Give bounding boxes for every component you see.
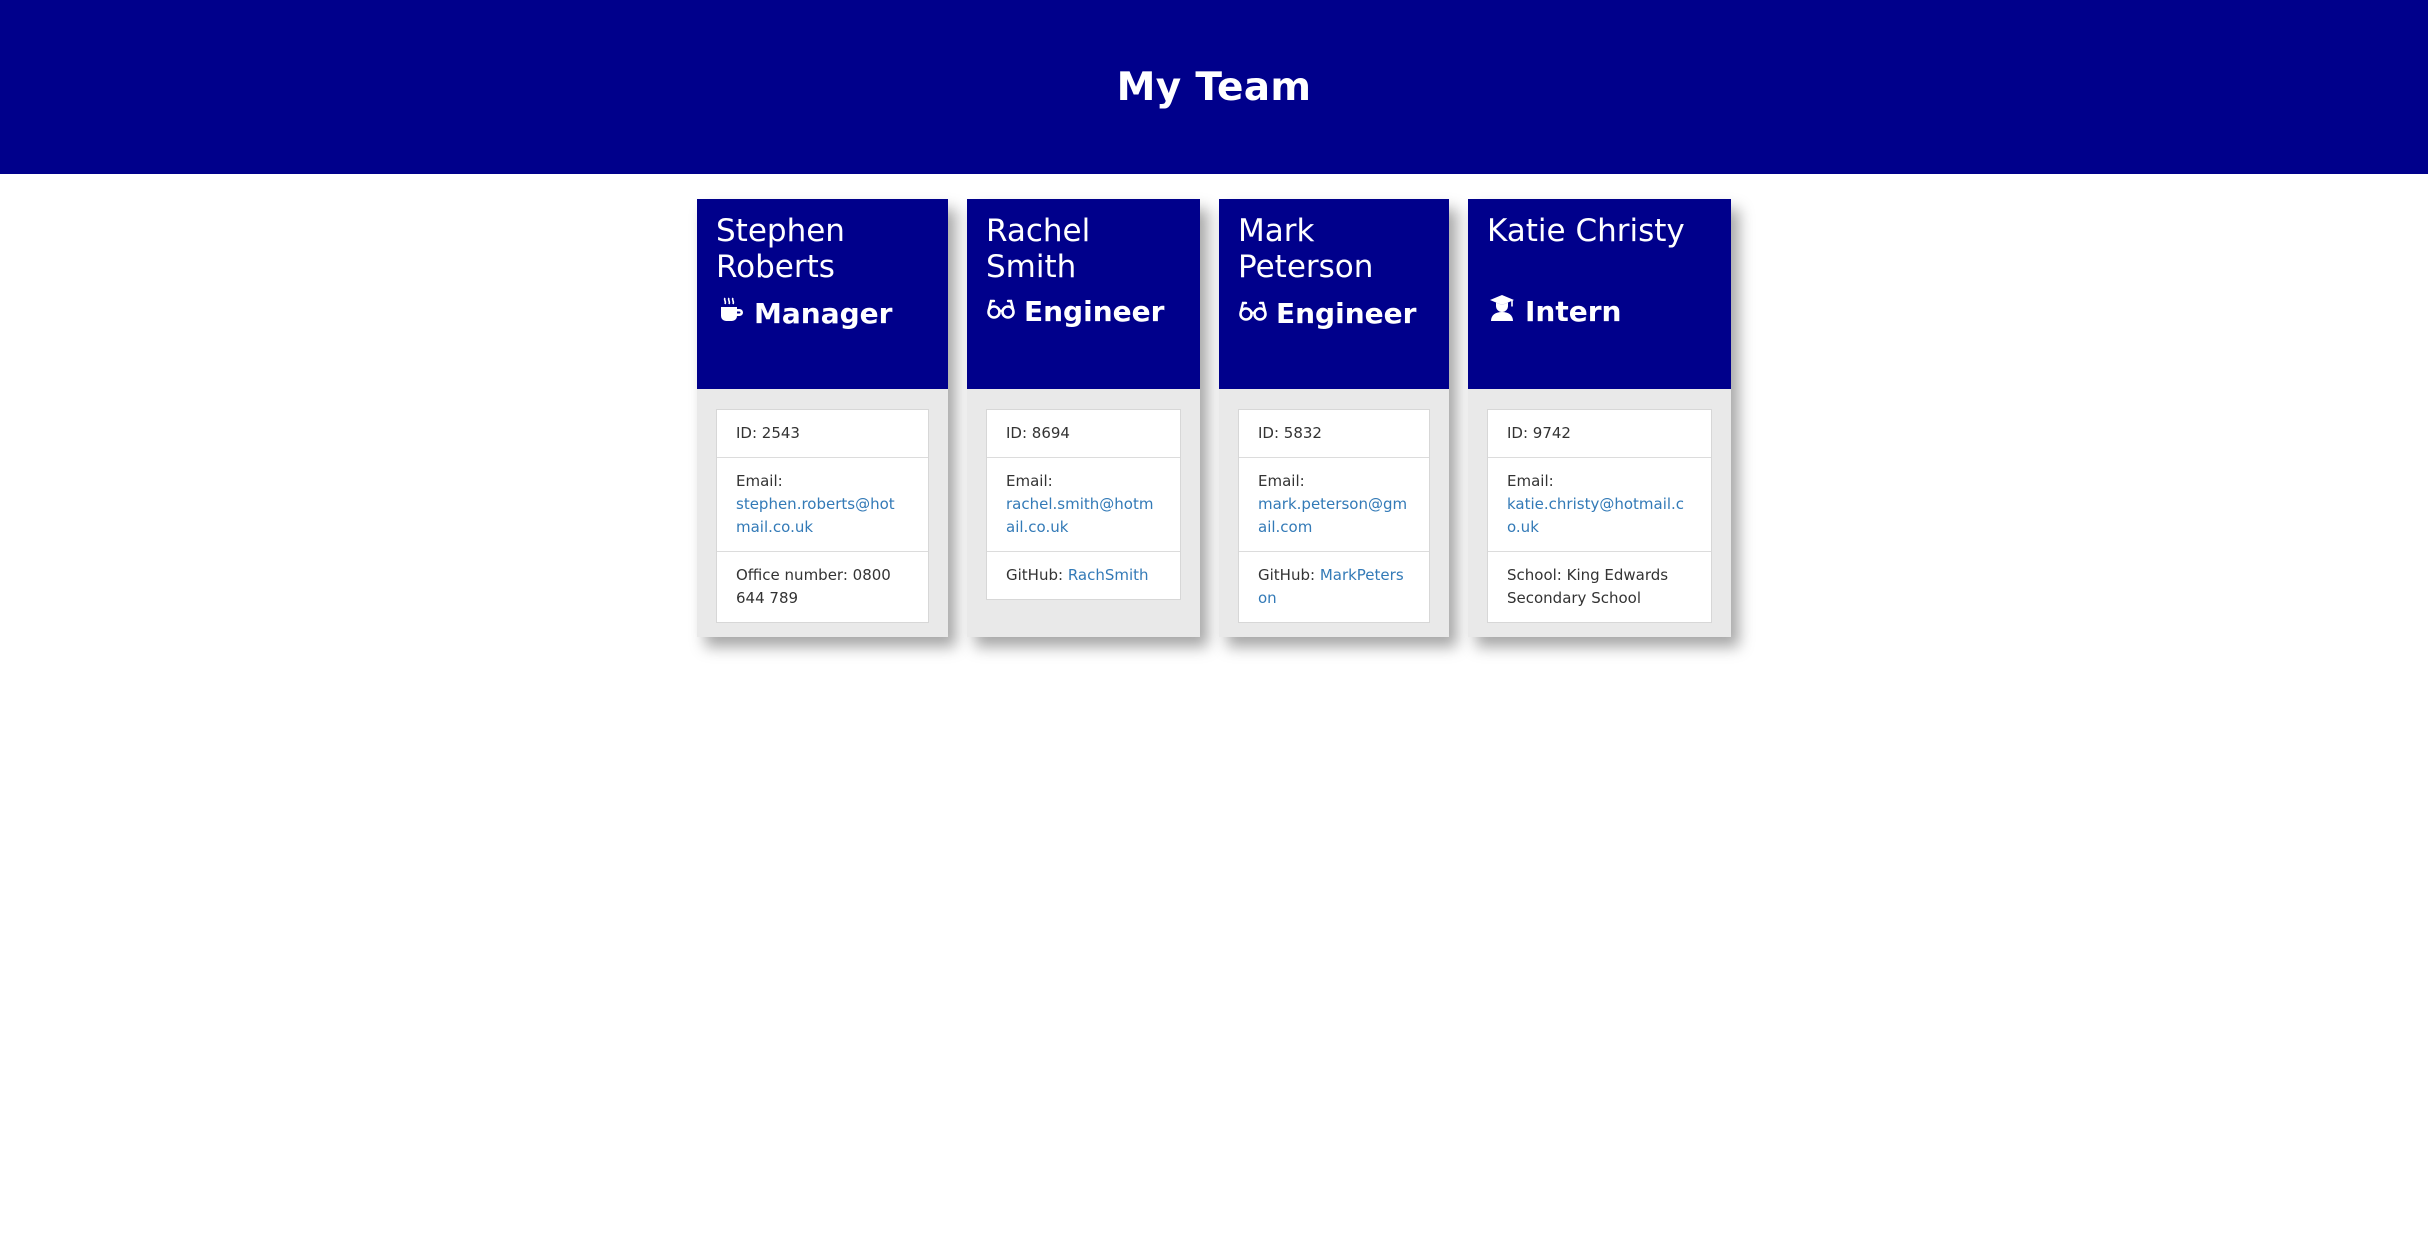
page-title: My Team [1116,64,1312,110]
employee-role: Engineer [986,293,1164,331]
employee-id: ID: 8694 [1006,424,1070,442]
employee-email-row: Email: stephen.roberts@hotmail.co.uk [717,457,928,551]
employee-name: Rachel Smith [986,213,1091,285]
employee-name: Mark Peterson [1238,213,1374,285]
school-row: School: King Edwards Secondary School [1488,551,1711,622]
employee-details: ID: 5832 Email: mark.peterson@gmail.com … [1238,409,1430,623]
card-header: Katie Christy Intern [1468,199,1731,389]
employee-details: ID: 2543 Email: stephen.roberts@hotmail.… [716,409,929,623]
email-label: Email: [736,472,783,490]
email-label: Email: [1006,472,1053,490]
glasses-icon [986,293,1016,331]
github-link[interactable]: RachSmith [1068,566,1149,584]
employee-details: ID: 8694 Email: rachel.smith@hotmail.co.… [986,409,1181,600]
card-header: Stephen Roberts Manager [697,199,948,389]
employee-id: ID: 5832 [1258,424,1322,442]
employee-card-intern: Katie Christy Intern ID: 9742 Email: kat… [1468,199,1731,637]
employee-details: ID: 9742 Email: katie.christy@hotmail.co… [1487,409,1712,623]
employee-email-row: Email: mark.peterson@gmail.com [1239,457,1429,551]
role-label: Engineer [1276,297,1417,330]
employee-role: Manager [716,295,892,333]
email-link[interactable]: katie.christy@hotmail.co.uk [1507,495,1684,536]
employee-card-engineer: Mark Peterson Engineer ID: 5832 Email: m… [1219,199,1449,637]
employee-name: Stephen Roberts [716,213,845,285]
github-row: GitHub: RachSmith [987,551,1180,599]
mug-icon [716,295,746,333]
employee-id: ID: 2543 [736,424,800,442]
employee-name: Katie Christy [1487,213,1685,249]
employee-card-manager: Stephen Roberts Manager ID: 2543 Email: … [697,199,948,637]
office-number: Office number: 0800 644 789 [717,551,928,622]
email-link[interactable]: stephen.roberts@hotmail.co.uk [736,495,895,536]
github-label: GitHub: [1258,566,1320,584]
employee-id: ID: 9742 [1507,424,1571,442]
email-label: Email: [1258,472,1305,490]
role-label: Engineer [1024,295,1165,328]
employee-email-row: Email: rachel.smith@hotmail.co.uk [987,457,1180,551]
github-label: GitHub: [1006,566,1068,584]
github-row: GitHub: MarkPeterson [1239,551,1429,622]
employee-email-row: Email: katie.christy@hotmail.co.uk [1488,457,1711,551]
card-header: Mark Peterson Engineer [1219,199,1449,389]
employee-card-engineer: Rachel Smith Engineer ID: 8694 Email: ra… [967,199,1200,637]
employee-role: Intern [1487,293,1621,331]
email-label: Email: [1507,472,1554,490]
employee-role: Engineer [1238,295,1416,333]
email-link[interactable]: mark.peterson@gmail.com [1258,495,1407,536]
role-label: Intern [1525,295,1622,328]
graduate-icon [1487,293,1517,331]
page-header: My Team [0,0,2428,174]
glasses-icon [1238,295,1268,333]
role-label: Manager [754,297,893,330]
card-header: Rachel Smith Engineer [967,199,1200,389]
email-link[interactable]: rachel.smith@hotmail.co.uk [1006,495,1153,536]
